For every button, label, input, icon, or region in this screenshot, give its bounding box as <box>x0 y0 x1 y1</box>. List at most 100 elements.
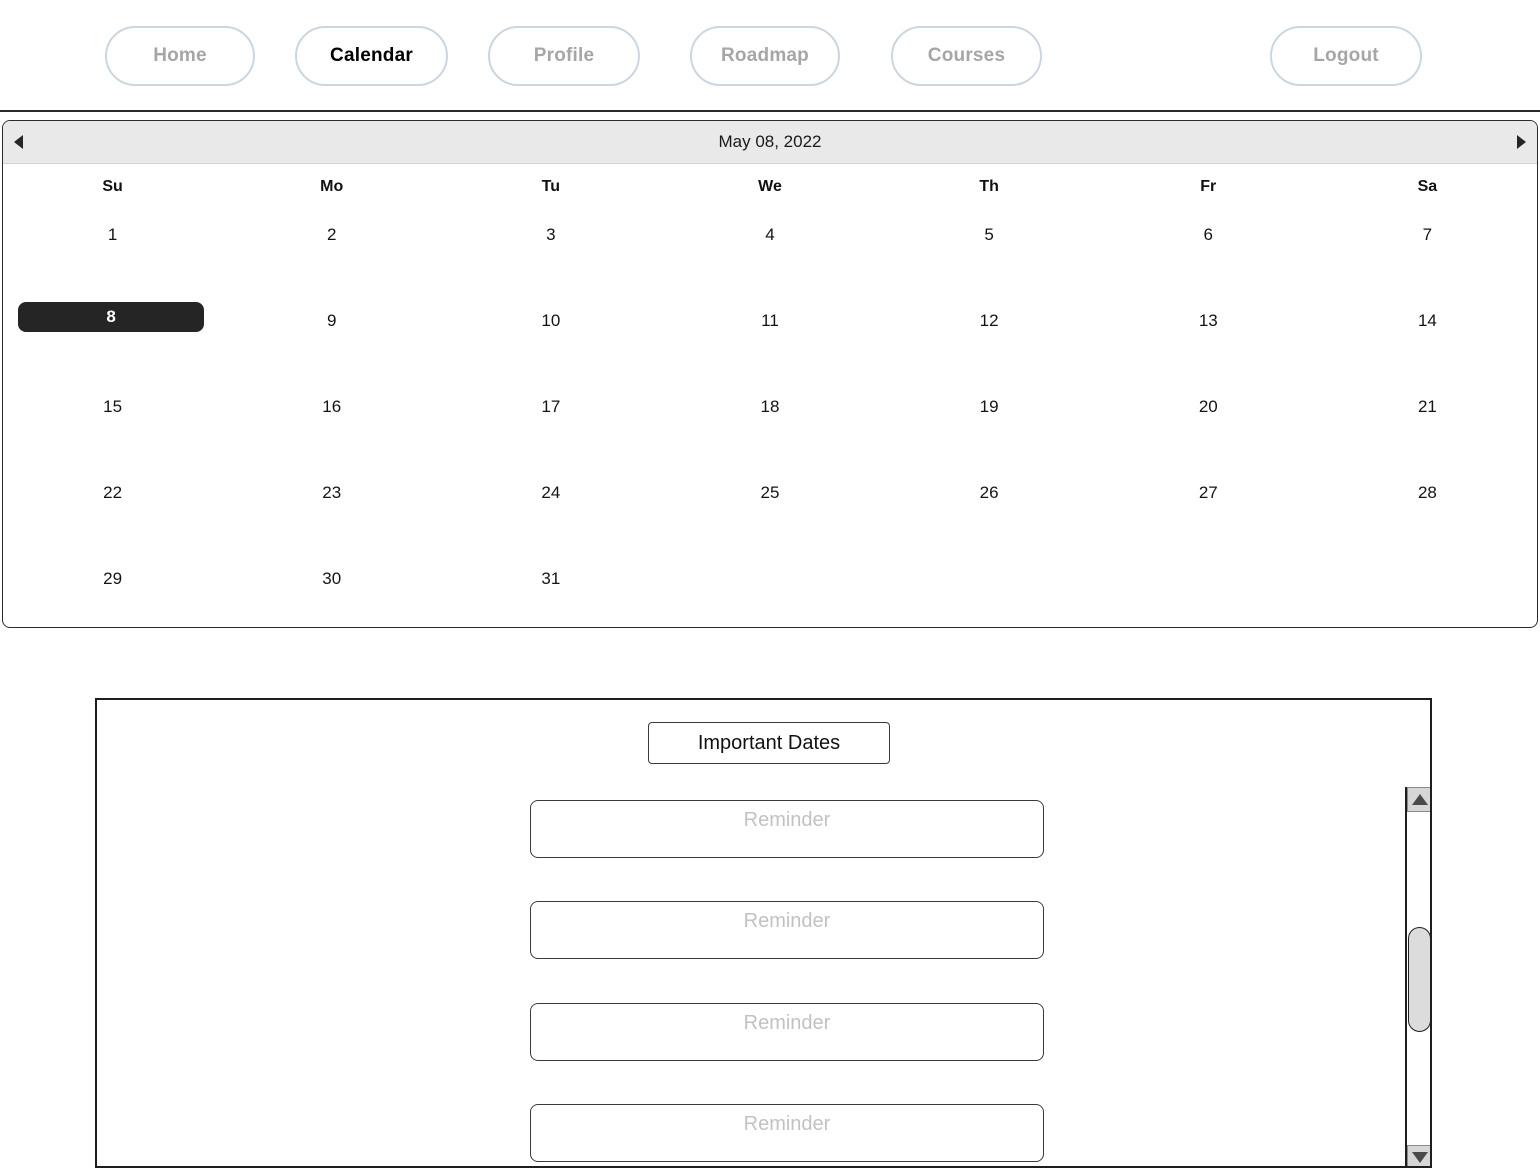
calendar-day-cell[interactable]: 8 <box>3 296 222 382</box>
calendar-week-row: 15 16 17 18 19 20 21 <box>3 382 1537 468</box>
calendar-header: May 08, 2022 <box>3 121 1537 164</box>
weekday-su: Su <box>102 178 123 195</box>
calendar-day-cell[interactable]: 16 <box>222 382 441 468</box>
weekday-sa: Sa <box>1417 178 1438 195</box>
calendar-day-cell[interactable]: 12 <box>880 296 1099 382</box>
calendar-day-number: 8 <box>18 302 205 332</box>
calendar-day-number: 16 <box>322 397 342 416</box>
scrollbar-down-button[interactable] <box>1407 1145 1430 1166</box>
calendar-day-cell[interactable]: 30 <box>222 554 441 627</box>
calendar-day-number: 27 <box>1198 483 1218 502</box>
calendar-day-cell[interactable]: 15 <box>3 382 222 468</box>
calendar-day-number: 11 <box>761 311 779 330</box>
reminders-scrollbar[interactable] <box>1405 787 1430 1166</box>
calendar-day-number: 18 <box>760 397 780 416</box>
calendar-day-cell[interactable]: 4 <box>660 210 879 296</box>
calendar-day-cell[interactable]: 3 <box>441 210 660 296</box>
calendar-day-number: 13 <box>1198 311 1218 330</box>
calendar-day-empty <box>1099 554 1318 627</box>
calendar-day-number: 12 <box>979 311 999 330</box>
calendar-day-cell[interactable]: 18 <box>660 382 879 468</box>
calendar-day-cell[interactable]: 11 <box>660 296 879 382</box>
calendar-day-number: 30 <box>322 569 342 588</box>
calendar-day-number: 23 <box>322 483 342 502</box>
triangle-up-icon <box>1411 794 1428 805</box>
weekday-tu: Tu <box>541 178 561 195</box>
calendar-day-number: 15 <box>103 397 123 416</box>
calendar-day-number: 3 <box>546 225 556 244</box>
calendar-day-cell[interactable]: 20 <box>1099 382 1318 468</box>
nav-item-courses-label: Courses <box>927 45 1006 66</box>
calendar-day-cell[interactable]: 9 <box>222 296 441 382</box>
calendar-day-number: 9 <box>326 311 337 330</box>
important-dates-label: Important Dates <box>697 731 841 754</box>
calendar-day-empty <box>660 554 879 627</box>
reminder-input-2[interactable] <box>530 901 1044 959</box>
calendar-day-cell[interactable]: 6 <box>1099 210 1318 296</box>
logout-button-label: Logout <box>1313 45 1379 66</box>
calendar-day-number: 19 <box>979 397 999 416</box>
calendar-day-cell[interactable]: 19 <box>880 382 1099 468</box>
reminder-input-4[interactable] <box>530 1104 1044 1162</box>
calendar-widget: May 08, 2022 Su Mo Tu We Th Fr Sa 123456… <box>2 120 1538 628</box>
calendar-day-number: 14 <box>1417 311 1437 330</box>
calendar-week-row: 22 23 24 25 26 27 28 <box>3 468 1537 554</box>
nav-item-home[interactable]: Home <box>105 26 255 86</box>
nav-item-calendar[interactable]: Calendar <box>295 26 448 86</box>
calendar-week-row: 1 2 3 4 5 6 7 <box>3 210 1537 296</box>
calendar-day-cell[interactable]: 5 <box>880 210 1099 296</box>
calendar-day-cell[interactable]: 26 <box>880 468 1099 554</box>
triangle-right-icon[interactable] <box>1517 135 1526 149</box>
calendar-day-cell[interactable]: 31 <box>441 554 660 627</box>
nav-item-courses[interactable]: Courses <box>891 26 1042 86</box>
triangle-left-icon[interactable] <box>14 135 23 149</box>
weekday-fr: Fr <box>1200 178 1217 195</box>
logout-button[interactable]: Logout <box>1270 26 1422 86</box>
calendar-day-cell[interactable]: 27 <box>1099 468 1318 554</box>
calendar-day-number: 31 <box>541 569 561 588</box>
calendar-day-cell[interactable]: 17 <box>441 382 660 468</box>
calendar-title: May 08, 2022 <box>718 132 822 151</box>
calendar-day-empty <box>880 554 1099 627</box>
calendar-day-cell[interactable]: 13 <box>1099 296 1318 382</box>
calendar-day-cell[interactable]: 29 <box>3 554 222 627</box>
calendar-day-number: 24 <box>541 483 561 502</box>
weekday-th: Th <box>979 178 999 195</box>
weekday-mo: Mo <box>320 178 344 195</box>
calendar-day-number: 25 <box>760 483 780 502</box>
calendar-day-number: 26 <box>979 483 999 502</box>
calendar-day-number: 6 <box>1203 225 1213 244</box>
calendar-day-cell[interactable]: 24 <box>441 468 660 554</box>
calendar-day-cell[interactable]: 7 <box>1318 210 1537 296</box>
calendar-day-number: 7 <box>1422 225 1433 244</box>
important-dates-panel: Important Dates <box>95 698 1432 1168</box>
scrollbar-thumb[interactable] <box>1408 927 1430 1032</box>
important-dates-button[interactable]: Important Dates <box>648 722 890 764</box>
calendar-week-row: 29 30 31 <box>3 554 1537 627</box>
calendar-day-number: 17 <box>541 397 561 416</box>
calendar-day-cell[interactable]: 28 <box>1318 468 1537 554</box>
nav-item-profile[interactable]: Profile <box>488 26 640 86</box>
calendar-day-cell[interactable]: 1 <box>3 210 222 296</box>
calendar-day-cell[interactable]: 23 <box>222 468 441 554</box>
top-navigation-bar: Home Calendar Profile Roadmap Courses Lo… <box>0 0 1540 112</box>
nav-item-calendar-label: Calendar <box>330 45 413 66</box>
calendar-day-cell[interactable]: 2 <box>222 210 441 296</box>
calendar-day-cell[interactable]: 14 <box>1318 296 1537 382</box>
calendar-day-number: 29 <box>103 569 123 588</box>
calendar-weekday-header: Su Mo Tu We Th Fr Sa <box>3 164 1537 210</box>
calendar-day-cell[interactable]: 25 <box>660 468 879 554</box>
calendar-day-number: 21 <box>1417 397 1437 416</box>
nav-item-roadmap[interactable]: Roadmap <box>690 26 840 86</box>
triangle-down-icon <box>1411 1152 1428 1163</box>
reminder-input-3[interactable] <box>530 1003 1044 1061</box>
calendar-day-number: 1 <box>107 225 118 244</box>
weekday-we: We <box>758 178 782 195</box>
reminder-input-1[interactable] <box>530 800 1044 858</box>
scrollbar-up-button[interactable] <box>1407 787 1430 812</box>
calendar-day-number: 5 <box>984 225 994 244</box>
calendar-day-cell[interactable]: 10 <box>441 296 660 382</box>
calendar-day-cell[interactable]: 22 <box>3 468 222 554</box>
calendar-grid: 1 2 3 4 5 6 7 8 9 10 11 12 13 14 15 16 17 18 19 20 21 22 23 24 2… <box>3 210 1537 627</box>
calendar-day-cell[interactable]: 21 <box>1318 382 1537 468</box>
